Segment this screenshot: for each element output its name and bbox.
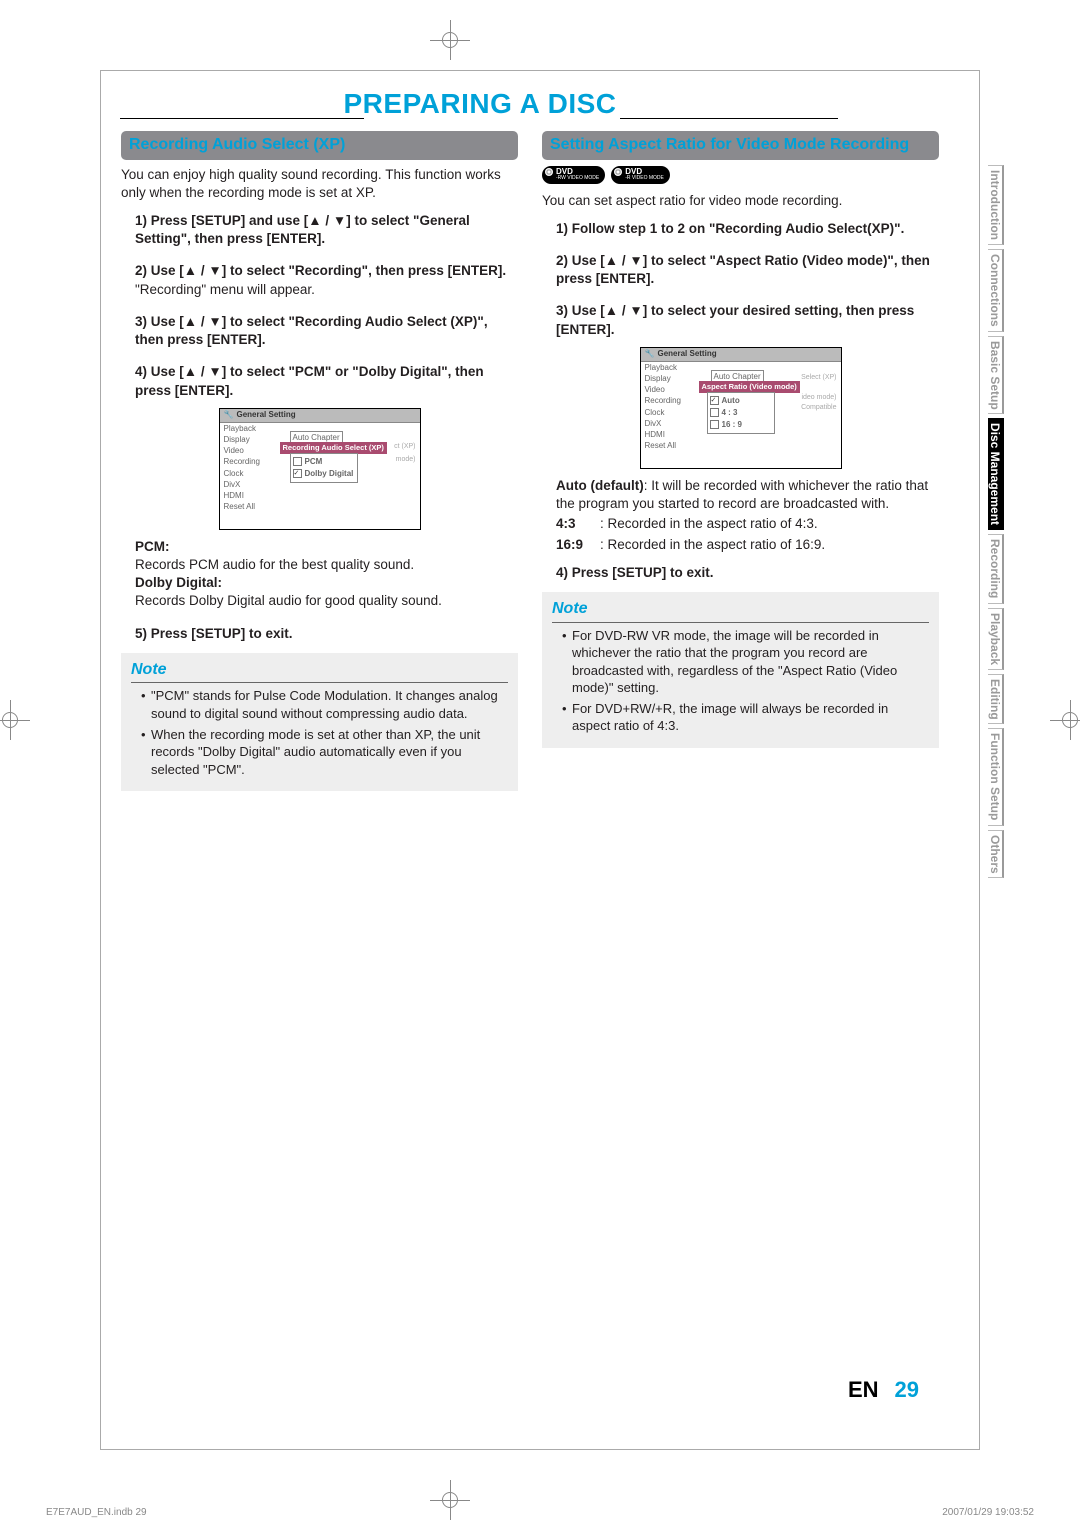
right-intro: You can set aspect ratio for video mode … bbox=[542, 192, 939, 210]
left-step2: 2) Use [▲ / ▼] to select "Recording", th… bbox=[135, 262, 518, 280]
right-step4: 4) Press [SETUP] to exit. bbox=[556, 564, 939, 582]
footer-right: 2007/01/29 19:03:52 bbox=[942, 1507, 1034, 1518]
note-title: Note bbox=[552, 598, 929, 623]
pcm-text: Records PCM audio for the best quality s… bbox=[135, 556, 518, 574]
footer-left: E7E7AUD_EN.indb 29 bbox=[46, 1507, 147, 1518]
tab-function-setup[interactable]: Function Setup bbox=[988, 728, 1004, 825]
right-note: Note For DVD-RW VR mode, the image will … bbox=[542, 592, 939, 748]
dvd-r-badge: DVD-R VIDEO MODE bbox=[611, 166, 670, 184]
pcm-heading: PCM: bbox=[135, 539, 170, 554]
tool-icon: 🔧 bbox=[224, 410, 234, 421]
left-step3: 3) Use [▲ / ▼] to select "Recording Audi… bbox=[135, 313, 518, 349]
dd-text: Records Dolby Digital audio for good qua… bbox=[135, 592, 518, 610]
side-tabs: Introduction Connections Basic Setup Dis… bbox=[985, 163, 1007, 880]
osd-screenshot-left: 🔧General Setting PlaybackDisplayVideoRec… bbox=[219, 408, 421, 530]
section-heading-left: Recording Audio Select (XP) bbox=[121, 131, 518, 160]
right-step2: 2) Use [▲ / ▼] to select "Aspect Ratio (… bbox=[556, 252, 939, 288]
tab-basic-setup[interactable]: Basic Setup bbox=[988, 336, 1004, 415]
auto-desc: Auto (default): It will be recorded with… bbox=[556, 477, 939, 513]
dvd-rw-badge: DVD-RW VIDEO MODE bbox=[542, 166, 605, 184]
page-frame: Recording Audio Select (XP) You can enjo… bbox=[100, 70, 980, 1450]
ratio-43: 4:3: Recorded in the aspect ratio of 4:3… bbox=[556, 515, 939, 533]
page-number: EN29 bbox=[848, 1377, 919, 1403]
dvd-badges: DVD-RW VIDEO MODE DVD-R VIDEO MODE bbox=[542, 166, 939, 184]
footer: E7E7AUD_EN.indb 29 2007/01/29 19:03:52 bbox=[0, 1507, 1080, 1518]
left-step2b: "Recording" menu will appear. bbox=[135, 281, 518, 299]
osd-menu: PlaybackDisplayVideoRecordingClockDivXHD… bbox=[224, 423, 274, 513]
tab-editing[interactable]: Editing bbox=[988, 674, 1004, 725]
left-step1: 1) Press [SETUP] and use [▲ / ▼] to sele… bbox=[135, 212, 518, 248]
note-item: When the recording mode is set at other … bbox=[141, 726, 508, 779]
tab-connections[interactable]: Connections bbox=[988, 249, 1004, 332]
tool-icon: 🔧 bbox=[645, 349, 655, 360]
note-item: For DVD-RW VR mode, the image will be re… bbox=[562, 627, 929, 697]
left-step5: 5) Press [SETUP] to exit. bbox=[135, 625, 518, 643]
tab-others[interactable]: Others bbox=[988, 830, 1004, 879]
left-column: Recording Audio Select (XP) You can enjo… bbox=[121, 131, 518, 791]
note-item: "PCM" stands for Pulse Code Modulation. … bbox=[141, 687, 508, 722]
note-item: For DVD+RW/+R, the image will always be … bbox=[562, 700, 929, 735]
tab-recording[interactable]: Recording bbox=[988, 534, 1004, 603]
right-step3: 3) Use [▲ / ▼] to select your desired se… bbox=[556, 302, 939, 338]
osd-screenshot-right: 🔧General Setting PlaybackDisplayVideoRec… bbox=[640, 347, 842, 469]
right-step1: 1) Follow step 1 to 2 on "Recording Audi… bbox=[556, 220, 939, 238]
osd-options: Auto 4 : 3 16 : 9 bbox=[707, 392, 775, 434]
right-column: Setting Aspect Ratio for Video Mode Reco… bbox=[542, 131, 939, 791]
left-note: Note "PCM" stands for Pulse Code Modulat… bbox=[121, 653, 518, 791]
ratio-169: 16:9: Recorded in the aspect ratio of 16… bbox=[556, 536, 939, 554]
left-step4: 4) Use [▲ / ▼] to select "PCM" or "Dolby… bbox=[135, 363, 518, 399]
tab-disc-management[interactable]: Disc Management bbox=[988, 418, 1004, 530]
osd-menu: PlaybackDisplayVideoRecordingClockDivXHD… bbox=[645, 362, 695, 452]
note-title: Note bbox=[131, 659, 508, 684]
tab-introduction[interactable]: Introduction bbox=[988, 165, 1004, 245]
tab-playback[interactable]: Playback bbox=[988, 608, 1004, 670]
section-heading-right: Setting Aspect Ratio for Video Mode Reco… bbox=[542, 131, 939, 160]
osd-options: PCM Dolby Digital bbox=[290, 453, 359, 483]
dd-heading: Dolby Digital: bbox=[135, 575, 222, 590]
left-intro: You can enjoy high quality sound recordi… bbox=[121, 166, 518, 202]
